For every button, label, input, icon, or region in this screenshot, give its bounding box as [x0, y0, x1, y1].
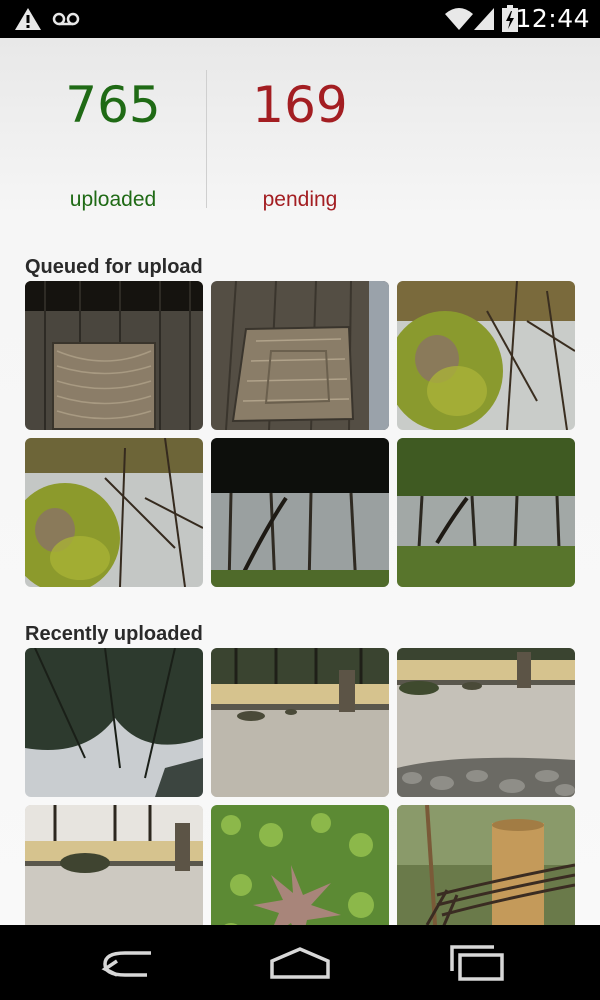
back-icon[interactable]: [95, 943, 175, 983]
recent-thumbnail[interactable]: [397, 648, 575, 797]
bamboo-rope-photo: [397, 805, 575, 925]
uploaded-label: uploaded: [69, 188, 157, 211]
recent-section-title: Recently uploaded: [25, 623, 203, 645]
recent-thumbnail[interactable]: [211, 648, 389, 797]
recent-thumbnail[interactable]: [211, 805, 389, 925]
forest-under-eave-photo: [211, 438, 389, 587]
recents-icon[interactable]: [438, 943, 518, 983]
moss-maple-leaf-photo: [211, 805, 389, 925]
tree-canopy-photo: [25, 648, 203, 797]
queued-thumbnail[interactable]: [211, 281, 389, 430]
wood-mat-photo: [25, 281, 203, 430]
queued-thumbnail[interactable]: [397, 281, 575, 430]
recent-thumbnail[interactable]: [397, 805, 575, 925]
wifi-icon: [445, 8, 473, 30]
signal-icon: [474, 8, 494, 30]
pending-count: 169: [252, 76, 348, 134]
status-bar: 12:44: [0, 0, 600, 38]
zen-garden-stones-photo: [397, 648, 575, 797]
voicemail-icon: [52, 12, 80, 26]
queued-thumbnail[interactable]: [25, 281, 203, 430]
home-icon[interactable]: [260, 943, 340, 983]
navigation-bar: [0, 925, 600, 1000]
recent-thumbnail[interactable]: [25, 648, 203, 797]
pending-label: pending: [262, 188, 338, 211]
warning-icon: [15, 8, 41, 30]
wood-mat-angled-photo: [211, 281, 389, 430]
zen-garden-wall-photo: [25, 805, 203, 925]
queued-thumbnail[interactable]: [25, 438, 203, 587]
recent-thumbnail[interactable]: [25, 805, 203, 925]
zen-garden-photo: [211, 648, 389, 797]
forest-moss-eave-photo: [397, 438, 575, 587]
queued-section-title: Queued for upload: [25, 256, 203, 278]
upload-stats: 765 uploaded 169 pending: [0, 38, 600, 238]
mossy-rock-trees-photo: [25, 438, 203, 587]
main-content: 765 uploaded 169 pending Queued for uplo…: [0, 38, 600, 925]
uploaded-stat[interactable]: 765 uploaded: [18, 70, 208, 212]
queued-thumbnail[interactable]: [211, 438, 389, 587]
pending-stat[interactable]: 169 pending: [205, 70, 395, 212]
queued-thumbnail[interactable]: [397, 438, 575, 587]
status-time: 12:44: [515, 4, 590, 33]
mossy-rock-photo: [397, 281, 575, 430]
uploaded-count: 765: [65, 76, 161, 134]
